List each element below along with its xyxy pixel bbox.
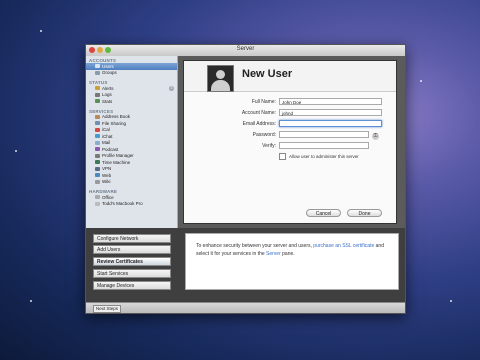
password-field[interactable]	[279, 131, 369, 138]
email-field[interactable]	[279, 120, 382, 127]
server-window: Server ACCOUNTS Users Groups STATUS Aler…	[85, 44, 406, 314]
user-avatar-icon[interactable]	[207, 65, 234, 92]
next-steps-pane: Configure Network Add Users Review Certi…	[86, 228, 405, 302]
alerts-icon	[95, 86, 100, 91]
email-row: Email Address:	[184, 120, 396, 128]
web-icon	[95, 173, 100, 178]
info-box: To enhance security between your server …	[185, 233, 399, 290]
cancel-button[interactable]: Cancel	[306, 209, 341, 217]
sidebar-item-macbook[interactable]: Todd's Macbook Pro	[86, 201, 177, 208]
sheet-title: New User	[242, 68, 293, 80]
sidebar-item-label: Alerts	[102, 85, 114, 91]
admin-checkbox-row[interactable]: Allow user to administer this server	[279, 153, 359, 160]
star	[15, 150, 17, 152]
macbook-icon	[95, 201, 100, 206]
account-name-field[interactable]: johnd	[279, 109, 382, 116]
next-steps-button[interactable]: Next Steps	[93, 305, 122, 313]
verify-field[interactable]	[279, 142, 369, 149]
file-sharing-icon	[95, 121, 100, 126]
star	[420, 80, 422, 82]
logs-icon	[95, 92, 100, 97]
sidebar: ACCOUNTS Users Groups STATUS Alerts 3 Lo…	[86, 56, 178, 228]
info-text-3: pane.	[280, 251, 295, 257]
review-certificates-button[interactable]: Review Certificates	[93, 257, 171, 266]
sidebar-item-stats[interactable]: Stats	[86, 98, 177, 105]
done-button[interactable]: Done	[347, 209, 382, 217]
sidebar-item-label: Stats	[102, 98, 113, 104]
alerts-badge: 3	[169, 86, 174, 91]
sidebar-item-label: File Sharing	[102, 120, 127, 126]
password-label: Password:	[252, 132, 276, 138]
sidebar-item-label: Groups	[102, 70, 117, 76]
account-name-label: Account Name:	[241, 110, 276, 116]
podcast-icon	[95, 147, 100, 152]
sidebar-item-label: iChat	[102, 133, 113, 139]
vpn-icon	[95, 166, 100, 171]
star	[30, 300, 32, 302]
groups-icon	[95, 70, 100, 75]
info-text-1: To enhance security between your server …	[196, 243, 314, 249]
configure-network-button[interactable]: Configure Network	[93, 234, 171, 243]
star	[450, 300, 452, 302]
admin-checkbox-label: Allow user to administer this server	[289, 154, 359, 159]
sidebar-item-label: Web	[102, 172, 112, 178]
full-name-label: Full Name:	[251, 99, 276, 105]
sidebar-item-label: Profile Manager	[102, 153, 134, 159]
key-icon[interactable]: ⚿	[372, 133, 379, 140]
manage-devices-button[interactable]: Manage Devices	[93, 281, 171, 290]
time-machine-icon	[95, 160, 100, 165]
sidebar-item-label: Time Machine	[102, 159, 131, 165]
server-pane-link[interactable]: Server	[266, 251, 281, 257]
sidebar-item-label: Mail	[102, 140, 111, 146]
sidebar-item-groups[interactable]: Groups	[86, 70, 177, 77]
sidebar-item-label: iCal	[102, 127, 110, 133]
new-user-sheet: New User Full Name: John Doe Account Nam…	[183, 60, 397, 224]
account-name-row: Account Name: johnd	[184, 109, 396, 117]
ical-icon	[95, 127, 100, 132]
sidebar-item-label: Office	[102, 194, 114, 200]
full-name-field[interactable]: John Doe	[279, 98, 382, 105]
sidebar-item-wiki[interactable]: Wiki	[86, 179, 177, 186]
verify-row: Verify:	[184, 142, 396, 150]
admin-checkbox[interactable]	[279, 153, 286, 160]
sidebar-item-label: VPN	[102, 166, 112, 172]
window-title: Server	[236, 46, 255, 52]
sidebar-item-label: Wiki	[102, 179, 111, 185]
sidebar-item-label: Podcast	[102, 146, 119, 152]
wiki-icon	[95, 179, 100, 184]
verify-label: Verify:	[262, 143, 276, 149]
star	[40, 30, 42, 32]
ichat-icon	[95, 134, 100, 139]
sidebar-item-label: Logs	[102, 92, 112, 98]
purchase-ssl-link[interactable]: purchase an SSL certificate	[313, 243, 374, 249]
sidebar-item-label: Address Book	[102, 114, 131, 120]
sheet-header: New User	[184, 61, 396, 92]
users-icon	[95, 64, 100, 69]
add-users-button[interactable]: Add Users	[93, 245, 171, 254]
password-row: Password: ⚿	[184, 131, 396, 140]
content-pane: New User Full Name: John Doe Account Nam…	[178, 56, 405, 228]
office-icon	[95, 195, 100, 200]
sidebar-item-label: Users	[102, 63, 114, 69]
status-bar: Next Steps	[86, 302, 405, 313]
mail-icon	[95, 140, 100, 145]
sidebar-item-label: Todd's Macbook Pro	[102, 201, 143, 207]
full-name-row: Full Name: John Doe	[184, 98, 396, 106]
start-services-button[interactable]: Start Services	[93, 269, 171, 278]
email-label: Email Address:	[242, 121, 276, 127]
profile-manager-icon	[95, 153, 100, 158]
stats-icon	[95, 99, 100, 104]
address-book-icon	[95, 114, 100, 119]
